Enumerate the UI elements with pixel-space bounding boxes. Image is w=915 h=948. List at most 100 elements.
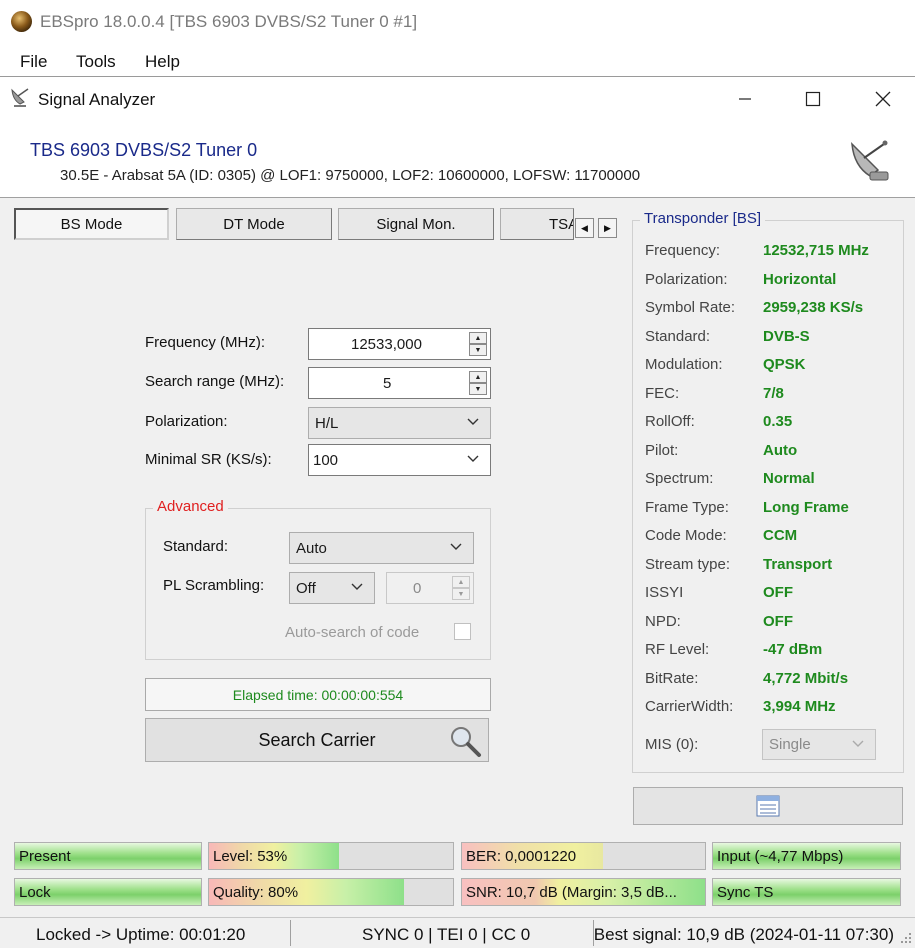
- close-button[interactable]: [868, 86, 898, 112]
- maximize-button[interactable]: [798, 86, 828, 112]
- transponder-value: DVB-S: [763, 328, 810, 345]
- transponder-label: Code Mode:: [645, 527, 727, 544]
- search-carrier-label: Search Carrier: [258, 729, 376, 750]
- best-signal-status: Best signal: 10,9 dB (2024-01-11 07:30): [594, 925, 894, 945]
- search-range-spinner[interactable]: ▲ ▼: [469, 371, 487, 395]
- arrow-right-icon: ▶: [604, 222, 611, 233]
- transponder-value: Auto: [763, 442, 798, 459]
- transponder-value: 12532,715 MHz: [763, 242, 869, 259]
- tuner-info: 30.5E - Arabsat 5A (ID: 0305) @ LOF1: 97…: [60, 167, 641, 184]
- uptime-status: Locked -> Uptime: 00:01:20: [36, 925, 246, 944]
- search-icon: [451, 727, 481, 757]
- lock-label: Lock: [19, 883, 51, 901]
- polarization-select[interactable]: H/L: [308, 407, 491, 439]
- transponder-label: NPD:: [645, 613, 681, 630]
- transponder-value: Long Frame: [763, 499, 849, 516]
- chevron-down-icon: [467, 418, 479, 425]
- polarization-label: Polarization:: [145, 413, 228, 430]
- pl-code-spinner[interactable]: ▲ ▼: [452, 576, 470, 600]
- lock-indicator: Lock: [14, 878, 202, 906]
- input-indicator: Input (~4,77 Mbps): [712, 842, 901, 870]
- pl-scrambling-label: PL Scrambling:: [163, 577, 265, 594]
- spin-up-icon[interactable]: ▲: [452, 576, 470, 588]
- input-label: Input (~4,77 Mbps): [717, 847, 844, 865]
- mis-value: Single: [769, 736, 811, 753]
- satellite-icon: [851, 140, 889, 181]
- list-icon: [756, 795, 780, 817]
- tab-tsa[interactable]: TSA: [500, 208, 574, 240]
- transponder-label: Symbol Rate:: [645, 299, 736, 316]
- transponder-label: Frequency:: [645, 242, 721, 259]
- min-sr-label: Minimal SR (KS/s):: [145, 451, 272, 468]
- transponder-value: 2959,238 KS/s: [763, 299, 864, 316]
- close-icon: [875, 91, 891, 107]
- elapsed-time: Elapsed time: 00:00:00:554: [145, 678, 491, 711]
- transponder-label: CarrierWidth:: [645, 698, 734, 715]
- pl-scrambling-value: Off: [296, 579, 316, 597]
- chevron-down-icon: [852, 740, 864, 747]
- app-logo-icon: [11, 11, 32, 32]
- sync-label: Sync TS: [717, 883, 774, 901]
- menubar: [0, 46, 915, 77]
- min-sr-value: 100: [313, 451, 339, 469]
- maximize-icon: [805, 91, 821, 107]
- pl-code-value: 0: [413, 579, 422, 597]
- transponder-value: OFF: [763, 584, 793, 601]
- transponder-value: QPSK: [763, 356, 806, 373]
- search-carrier-button[interactable]: Search Carrier: [145, 718, 489, 762]
- present-label: Present: [19, 847, 71, 865]
- transponder-label: FEC:: [645, 385, 680, 402]
- transponder-label: BitRate:: [645, 670, 699, 687]
- transponder-value: Horizontal: [763, 271, 837, 288]
- tab-scroll-left-button[interactable]: ◀: [575, 218, 594, 238]
- spin-down-icon[interactable]: ▼: [452, 588, 470, 600]
- spin-up-icon[interactable]: ▲: [469, 371, 487, 383]
- frequency-label: Frequency (MHz):: [145, 334, 266, 351]
- transponder-list-button[interactable]: [633, 787, 903, 825]
- transponder-value: -47 dBm: [763, 641, 823, 658]
- auto-search-checkbox[interactable]: [454, 623, 471, 640]
- present-indicator: Present: [14, 842, 202, 870]
- level-label: Level: 53%: [213, 847, 288, 865]
- resize-grip-icon[interactable]: [898, 930, 912, 944]
- standard-select[interactable]: Auto: [289, 532, 474, 564]
- menu-tools[interactable]: Tools: [76, 52, 116, 72]
- snr-bar: SNR: 10,7 dB (Margin: 3,5 dB...: [461, 878, 706, 906]
- search-range-field[interactable]: 5 ▲ ▼: [308, 367, 491, 399]
- minimize-button[interactable]: [730, 86, 760, 112]
- menu-help[interactable]: Help: [145, 52, 180, 72]
- transponder-value: OFF: [763, 613, 793, 630]
- spin-down-icon[interactable]: ▼: [469, 383, 487, 395]
- transponder-label: ISSYI: [645, 584, 684, 601]
- mis-select[interactable]: Single: [762, 729, 876, 760]
- transponder-value: 7/8: [763, 385, 784, 402]
- frequency-spinner[interactable]: ▲ ▼: [469, 332, 487, 356]
- menu-file[interactable]: File: [20, 52, 47, 72]
- spin-up-icon[interactable]: ▲: [469, 332, 487, 344]
- best-signal-text: Best signal: 10,9 dB (2024-01-11 07:30): [594, 925, 894, 944]
- tab-tsa-label: TSA: [549, 215, 573, 233]
- sync-indicator: Sync TS: [712, 878, 901, 906]
- tab-bs-mode[interactable]: BS Mode: [14, 208, 169, 240]
- tuner-name: TBS 6903 DVBS/S2 Tuner 0: [30, 140, 258, 160]
- transponder-label: Standard:: [645, 328, 711, 345]
- transponder-label: Spectrum:: [645, 470, 714, 487]
- standard-label: Standard:: [163, 538, 229, 555]
- dialog-title: Signal Analyzer: [38, 90, 156, 109]
- tab-dt-mode[interactable]: DT Mode: [176, 208, 332, 240]
- quality-label: Quality: 80%: [213, 883, 299, 901]
- min-sr-select[interactable]: 100: [308, 444, 491, 476]
- auto-search-label: Auto-search of code: [285, 624, 420, 641]
- pl-code-field[interactable]: 0 ▲ ▼: [386, 572, 474, 604]
- spin-down-icon[interactable]: ▼: [469, 344, 487, 356]
- chevron-down-icon: [467, 455, 479, 462]
- satellite-dish-icon: [11, 88, 29, 107]
- minimize-icon: [739, 98, 751, 100]
- frequency-field[interactable]: 12533,000 ▲ ▼: [308, 328, 491, 360]
- tab-scroll-right-button[interactable]: ▶: [598, 218, 617, 238]
- transponder-label: Polarization:: [645, 271, 728, 288]
- level-bar: Level: 53%: [208, 842, 454, 870]
- pl-scrambling-select[interactable]: Off: [289, 572, 375, 604]
- tab-signal-mon[interactable]: Signal Mon.: [338, 208, 494, 240]
- search-range-label: Search range (MHz):: [145, 373, 285, 390]
